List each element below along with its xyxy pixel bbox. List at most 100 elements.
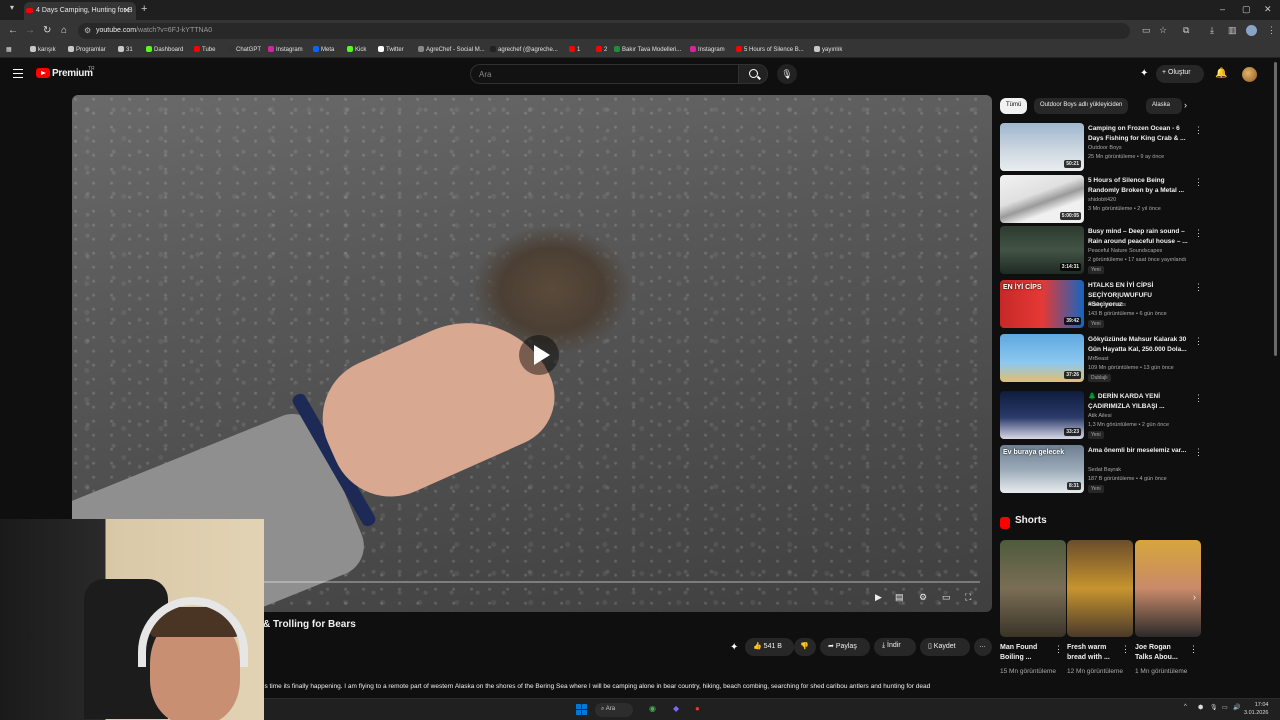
recommendation-item[interactable]: 33:23 🌲 DERİN KARDA YENİ ÇADIRIMIZLA YILB… [1000,391,1203,439]
bookmark-item[interactable]: Meta [313,46,334,53]
bookmark-item[interactable]: agrechef (@agreche... [490,46,558,53]
new-tab-button[interactable]: + [141,3,147,15]
taskbar-search[interactable]: ⌕ Ara [595,703,633,717]
short-thumbnail[interactable] [1135,540,1201,637]
short-more-icon[interactable]: ⋮ [1121,644,1130,655]
recommendation-item[interactable]: 5:00:05 5 Hours of Silence Being Randomly… [1000,175,1203,223]
bookmark-item[interactable]: Bakır Tava Modelleri... [614,46,681,53]
settings-gear-icon[interactable]: ⚙ [919,592,927,603]
shorts-next-icon[interactable]: › [1193,592,1196,602]
more-options-icon[interactable]: ⋮ [1194,177,1203,188]
profile-avatar[interactable] [1246,25,1257,36]
bookmark-item[interactable]: 5 Hours of Silence B... [736,46,804,53]
more-options-icon[interactable]: ⋮ [1194,125,1203,136]
short-thumbnail[interactable] [1067,540,1133,637]
chrome-taskbar-icon[interactable]: ◉ [649,704,656,713]
split-icon[interactable]: ▥ [1228,25,1237,36]
bookmark-item[interactable]: 1 [569,46,580,53]
bookmark-star-icon[interactable]: ☆ [1159,25,1167,36]
apps-icon[interactable]: ▦ [6,46,12,53]
maximize-icon[interactable]: ▢ [1242,4,1251,15]
volume-icon[interactable]: 🔊 [1233,704,1240,711]
notifications-bell-icon[interactable]: 🔔 [1215,68,1227,79]
short-thumbnail[interactable] [1000,540,1066,637]
channel-name[interactable]: Atik Ailesi [1088,413,1112,419]
page-scrollbar[interactable] [1274,62,1277,356]
recommendation-item[interactable]: 3:14:31 Busy mind – Deep rain sound – Rai… [1000,226,1203,274]
video-thumbnail[interactable]: 50:21 [1000,123,1084,171]
bookmark-item[interactable]: Twitter [378,46,404,53]
bookmark-item[interactable]: 31 [118,46,133,53]
create-button[interactable]: + Oluştur [1156,65,1204,83]
more-actions-button[interactable]: … [974,638,992,656]
search-input[interactable]: Ara [470,64,738,84]
more-options-icon[interactable]: ⋮ [1194,228,1203,239]
chip-alaska[interactable]: Alaska [1146,98,1182,114]
youtube-logo-icon[interactable] [36,68,50,78]
video-thumbnail[interactable]: 3:14:31 [1000,226,1084,274]
bookmark-item[interactable]: Kick [347,46,366,53]
extensions-icon[interactable]: ⧉ [1183,25,1189,36]
microphone-icon[interactable]: 🎙 [777,64,797,84]
video-description[interactable]: is time its finally happening. I am flyi… [263,683,985,690]
home-icon[interactable]: ⌂ [61,25,67,36]
subtitles-icon[interactable]: ▤ [895,592,904,603]
recommendation-item[interactable]: 50:21 Camping on Frozen Ocean - 6 Days Fi… [1000,123,1203,171]
bookmark-item[interactable]: 2 [596,46,607,53]
more-options-icon[interactable]: ⋮ [1194,282,1203,293]
channel-name[interactable]: Peaceful Nature Soundscapes [1088,248,1162,254]
chip-all[interactable]: Tümü [1000,98,1028,114]
miniplayer-icon[interactable]: ▭ [942,592,951,603]
chip-uploader[interactable]: Outdoor Boys adlı yükleyiciden [1034,98,1129,114]
more-options-icon[interactable]: ⋮ [1194,336,1203,347]
recommendation-item[interactable]: 37:26 Gökyüzünde Mahsur Kalarak 30 Gün Ha… [1000,334,1203,382]
bookmark-item[interactable]: Instagram [690,46,725,53]
system-clock[interactable]: 17:04 3.01.2026 [1244,701,1268,717]
short-more-icon[interactable]: ⋮ [1189,644,1198,655]
forward-icon[interactable]: → [25,25,35,36]
channel-name[interactable]: MrBeast [1088,356,1108,362]
download-icon[interactable]: ⤓ [1210,25,1214,36]
share-button[interactable]: ➦ Paylaş [820,638,870,656]
bookmark-item[interactable]: Programlar [68,46,106,53]
video-thumbnail[interactable]: 37:26 [1000,334,1084,382]
channel-name[interactable]: Htalksmoments [1088,302,1126,308]
account-avatar[interactable] [1242,67,1257,82]
app-taskbar-icon[interactable]: ● [695,704,700,713]
brand-label[interactable]: Premium [52,68,93,79]
bookmark-item[interactable]: AgreChef - Social M... [418,46,485,53]
tab-search-icon[interactable]: ▾ [10,3,14,12]
tray-app-icon[interactable]: ⬢ [1198,704,1203,711]
more-options-icon[interactable]: ⋮ [1194,393,1203,404]
network-icon[interactable]: ▭ [1222,704,1228,711]
address-bar[interactable]: ⚙ youtube.com/watch?v=6FJ-kYTTNA0 [78,23,1130,39]
channel-name[interactable]: Outdoor Boys [1088,145,1122,151]
ask-ai-icon[interactable]: ✦ [730,642,738,653]
browser-tab[interactable]: 4 Days Camping, Hunting for B ✕ [24,2,136,20]
channel-name[interactable]: Sedat Bayrak [1088,467,1121,473]
bookmark-item[interactable]: ChatGPT [228,46,261,53]
download-button[interactable]: ⤓ İndir [874,638,916,656]
site-info-icon[interactable]: ⚙ [84,26,91,35]
search-icon[interactable] [738,64,768,84]
close-window-icon[interactable]: ✕ [1264,4,1272,15]
play-icon[interactable] [519,335,559,375]
chevron-right-icon[interactable]: › [1184,100,1187,110]
short-title[interactable]: Man Found Boiling ... [1000,643,1052,663]
cast-icon[interactable]: ▭ [1142,25,1151,36]
minimize-icon[interactable]: – [1220,4,1225,14]
like-button[interactable]: 👍 541 B [745,638,794,656]
video-thumbnail[interactable]: 33:23 [1000,391,1084,439]
fullscreen-icon[interactable]: ⛶ [965,592,971,603]
recommendation-item[interactable]: Ev buraya gelecek 8:31 Ama önemli bir mese… [1000,445,1203,493]
hamburger-menu-icon[interactable] [13,69,23,78]
windows-start-icon[interactable] [576,704,587,715]
save-button[interactable]: ▯ Kaydet [920,638,970,656]
video-thumbnail[interactable]: EN İYİ CİPS 39:42 [1000,280,1084,328]
channel-name[interactable]: shidobit420 [1088,197,1116,203]
tray-mic-icon[interactable]: 🎙 [1210,704,1218,711]
short-more-icon[interactable]: ⋮ [1054,644,1063,655]
tab-close-icon[interactable]: ✕ [123,6,130,15]
short-title[interactable]: Joe Rogan Talks Abou... [1135,643,1187,663]
bookmark-item[interactable]: karışık [30,46,56,53]
